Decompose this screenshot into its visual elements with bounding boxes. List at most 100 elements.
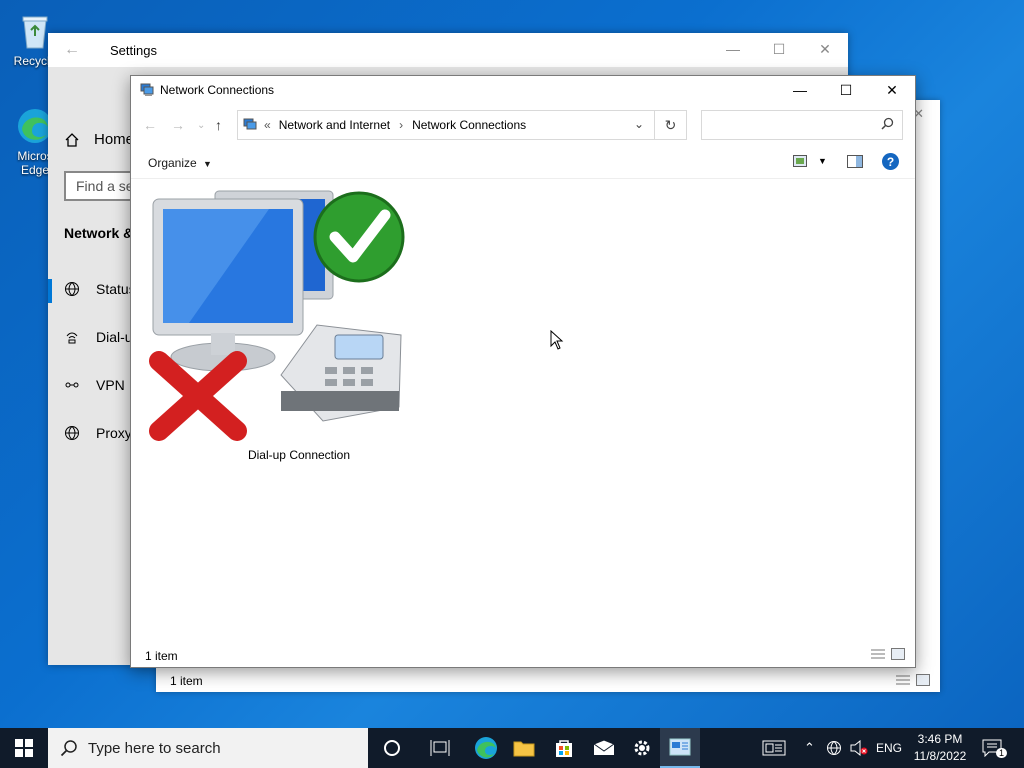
nav-item-label: VPN [96, 377, 125, 393]
nav-item-proxy[interactable]: Proxy [64, 425, 132, 441]
cortana-icon [384, 740, 400, 756]
taskbar-network-connections-button[interactable] [660, 728, 700, 768]
task-view-button[interactable] [420, 728, 460, 768]
back-icon[interactable]: ← [143, 117, 157, 133]
taskbar-clock[interactable]: 3:46 PM 11/8/2022 [908, 731, 972, 765]
preview-pane-icon [847, 155, 863, 168]
edge-icon [475, 737, 497, 759]
status-bar: 1 item [131, 643, 915, 667]
mouse-cursor-icon [550, 330, 564, 350]
chevron-down-icon: ▼ [203, 159, 212, 169]
globe-icon [65, 282, 79, 297]
task-view-icon [430, 740, 450, 756]
news-widget-button[interactable] [762, 728, 786, 768]
dialup-connection-item[interactable]: Dial-up Connection [149, 185, 413, 462]
nav-item-status[interactable]: Status [64, 281, 136, 297]
taskbar-settings-button[interactable] [622, 728, 662, 768]
start-button[interactable] [0, 728, 48, 768]
news-icon [762, 740, 786, 756]
dialup-connection-icon [149, 190, 405, 441]
language-label: ENG [876, 741, 903, 755]
forward-icon[interactable]: → [171, 117, 185, 133]
taskbar-search-placeholder: Type here to search [88, 739, 221, 757]
taskbar-file-explorer-button[interactable] [504, 728, 544, 768]
network-globe-icon [827, 741, 841, 756]
maximize-button[interactable]: ☐ [823, 76, 869, 104]
status-item-count: 1 item [145, 649, 178, 663]
taskbar-mail-button[interactable] [584, 728, 624, 768]
nav-item-label: Proxy [96, 425, 132, 441]
search-icon [881, 117, 894, 130]
breadcrumb-overflow[interactable]: « [264, 118, 271, 132]
address-dropdown-icon[interactable]: ⌄ [634, 117, 644, 131]
refresh-button[interactable]: ↻ [655, 110, 687, 140]
search-icon [60, 740, 77, 757]
taskbar: Type here to search ⌃ ENG 3:46 PM 11/8/2… [0, 728, 1024, 768]
close-button[interactable]: ✕ [869, 76, 915, 104]
taskbar-edge-button[interactable] [466, 728, 506, 768]
taskbar-store-button[interactable] [544, 728, 584, 768]
navigation-bar: ← → ⌄ ↑ « Network and Internet › Network… [131, 108, 915, 142]
home-icon [65, 132, 79, 147]
network-connections-icon [243, 118, 257, 130]
item-label: Dial-up Connection [247, 448, 351, 462]
details-view-icon[interactable] [871, 648, 885, 660]
clock-time: 3:46 PM [917, 732, 963, 746]
breadcrumb-network-connections[interactable]: Network Connections [412, 118, 526, 132]
notification-count-badge: 1 [996, 748, 1008, 758]
recent-locations-icon[interactable]: ⌄ [197, 120, 205, 131]
show-hidden-icons-button[interactable]: ⌃ [804, 728, 815, 768]
action-center-button[interactable]: 1 [982, 728, 1008, 768]
large-icons-view-icon[interactable] [916, 674, 930, 686]
search-input[interactable] [701, 110, 903, 140]
nav-item-dialup[interactable]: Dial-u [64, 329, 133, 345]
close-button[interactable]: ✕ [802, 33, 848, 65]
window-title: Network Connections [160, 83, 275, 97]
breadcrumb-separator-icon[interactable]: › [399, 118, 403, 132]
change-view-icon [793, 155, 807, 167]
network-tray-button[interactable] [826, 728, 842, 768]
dialup-icon [66, 332, 78, 344]
view-switcher [896, 674, 930, 686]
vpn-icon [65, 382, 79, 388]
taskbar-search-box[interactable]: Type here to search [48, 728, 368, 768]
nav-home[interactable]: Home [64, 131, 134, 148]
settings-titlebar: ← Settings — ☐ ✕ [48, 33, 848, 67]
input-language-indicator[interactable]: ENG [876, 728, 902, 768]
mail-icon [593, 740, 615, 755]
clock-date: 11/8/2022 [913, 749, 967, 763]
command-bar: Organize ▼ ▼ ? [131, 148, 915, 179]
network-connections-window: Network Connections — ☐ ✕ ← → ⌄ ↑ « Netw… [130, 75, 916, 668]
back-arrow-icon[interactable]: ← [64, 41, 80, 59]
nav-item-vpn[interactable]: VPN [64, 377, 125, 393]
address-bar[interactable]: « Network and Internet › Network Connect… [237, 110, 655, 140]
network-connections-icon [140, 83, 154, 96]
organize-button[interactable]: Organize ▼ [148, 156, 212, 170]
large-icons-view-icon[interactable] [891, 648, 905, 660]
minimize-button[interactable]: — [777, 76, 823, 104]
cortana-button[interactable] [372, 728, 412, 768]
window-titlebar: Network Connections — ☐ ✕ [131, 76, 915, 104]
refresh-icon: ↻ [664, 116, 677, 133]
volume-muted-icon [850, 740, 868, 756]
maximize-button[interactable]: ☐ [756, 33, 802, 65]
store-icon [556, 740, 572, 757]
folder-icon [513, 741, 535, 757]
gear-icon [634, 740, 650, 756]
windows-logo-icon [15, 739, 33, 757]
chevron-up-icon: ⌃ [804, 740, 815, 755]
change-view-button[interactable] [793, 155, 807, 170]
view-switcher [871, 648, 905, 660]
view-dropdown-icon[interactable]: ▼ [818, 156, 827, 166]
details-view-icon[interactable] [896, 674, 910, 686]
background-status-text: 1 item [170, 674, 203, 688]
network-connections-icon [669, 738, 691, 756]
volume-tray-button[interactable] [850, 728, 868, 768]
up-arrow-icon[interactable]: ↑ [215, 117, 222, 133]
breadcrumb-network-and-internet[interactable]: Network and Internet [279, 118, 390, 132]
help-icon[interactable]: ? [882, 153, 899, 170]
minimize-button[interactable]: — [710, 33, 756, 65]
file-list: Dial-up Connection [131, 179, 915, 639]
settings-search-placeholder: Find a se [76, 178, 134, 194]
preview-pane-button[interactable] [847, 155, 863, 171]
